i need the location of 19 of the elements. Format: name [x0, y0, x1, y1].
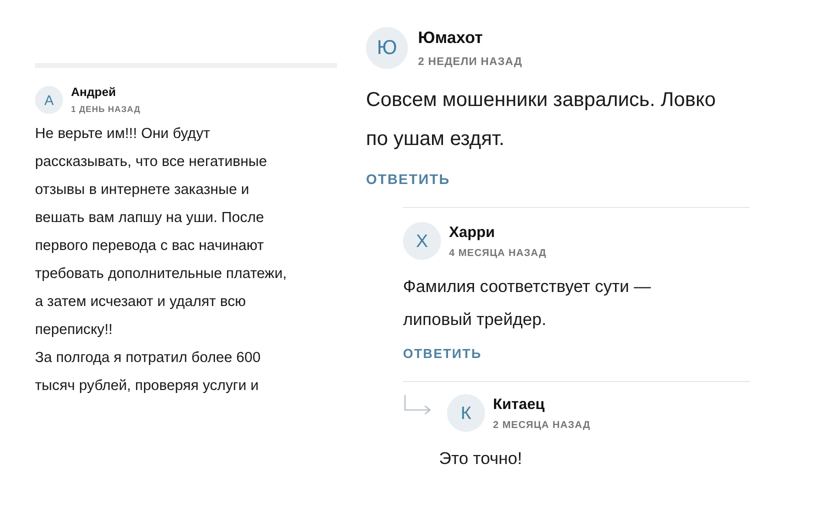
comment-text: Это точно!: [439, 448, 524, 470]
author-name: Харри: [449, 224, 496, 240]
comment-time: 4 МЕСЯЦА НАЗАД: [449, 248, 546, 258]
reply-link[interactable]: ОТВЕТИТЬ: [366, 171, 450, 187]
reply-arrow-icon: [403, 394, 433, 416]
avatar: Ю: [366, 27, 408, 69]
author-name: Юмахот: [418, 28, 484, 48]
author-name: Китаец: [493, 396, 546, 412]
author-name: Андрей: [71, 85, 117, 99]
avatar: А: [35, 86, 63, 114]
avatar: Х: [403, 222, 441, 260]
avatar: К: [447, 394, 485, 432]
reply-link[interactable]: ОТВЕТИТЬ: [403, 346, 482, 361]
comment-time: 2 НЕДЕЛИ НАЗАД: [418, 56, 522, 68]
comment-text: Совсем мошенники заврались. Ловко по ушам ездят.: [366, 88, 717, 152]
comment-text: Фамилия соответствует сути — липовый трейдер.: [403, 276, 652, 331]
comment-time: 1 ДЕНЬ НАЗАД: [71, 104, 141, 114]
comment-time: 2 МЕСЯЦА НАЗАД: [493, 420, 590, 430]
comment-text: Не верьте им!!! Они будут рассказывать, что все негативные отзывы в интернете заказные и вешать вам лапшу на уши. После первого перевода с вас начинают требовать дополнительные платежи, а затем исчезают и удалят всю переписку!! За полгода я потратил более 600 тысяч рублей, проверяя услуги и: [35, 125, 288, 396]
